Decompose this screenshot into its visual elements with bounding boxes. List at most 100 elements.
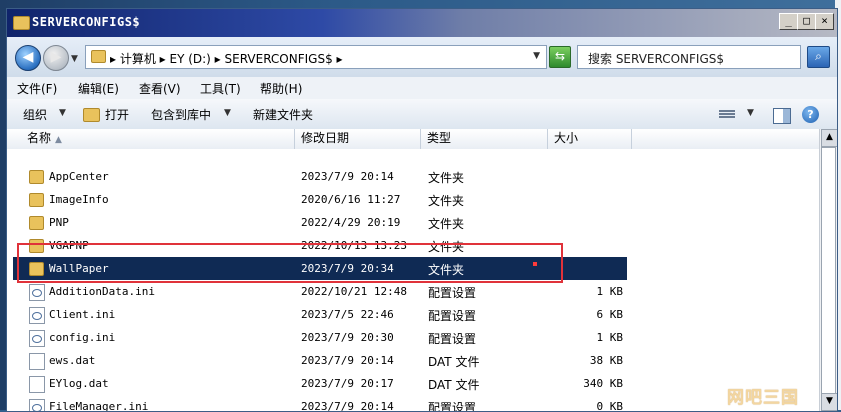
watermark-logo: 网吧三国 (727, 388, 799, 408)
file-date: 2023/7/9 20:14 (301, 400, 394, 412)
file-date: 2022/4/29 20:19 (301, 216, 401, 229)
menu-help[interactable]: 帮助(H) (260, 80, 302, 97)
file-type: 文件夹 (428, 194, 465, 208)
ini-file-icon (29, 284, 45, 301)
file-type: DAT 文件 (428, 378, 480, 392)
open-button[interactable]: 打开 (105, 106, 129, 123)
column-date[interactable]: 修改日期 (295, 129, 421, 149)
column-name-label: 名称 (27, 131, 52, 145)
scroll-down-icon[interactable]: ▼ (821, 393, 837, 411)
address-bar-area: ◀ ▶ ▼ ▸ 计算机 ▸ EY (D:) ▸ SERVERCONFIGS$ ▸… (7, 37, 837, 78)
file-name: ImageInfo (49, 193, 109, 206)
file-size: 0 KB (596, 400, 624, 412)
folder-icon (29, 170, 44, 184)
chevron-down-icon[interactable]: ▼ (59, 108, 66, 118)
command-bar: 组织 ▼ 打开 包含到库中 ▼ 新建文件夹 ▼ ? (7, 99, 837, 130)
scroll-up-icon[interactable]: ▲ (821, 129, 837, 147)
menu-view[interactable]: 查看(V) (139, 80, 181, 97)
vertical-scrollbar[interactable]: ▲ ▼ (819, 129, 837, 411)
refresh-button[interactable]: ⇆ (549, 46, 571, 68)
open-icon (83, 108, 100, 122)
file-name: AdditionData.ini (49, 285, 155, 298)
column-size[interactable]: 大小 (548, 129, 632, 149)
file-name: FileManager.ini (49, 400, 149, 412)
preview-pane-icon[interactable] (773, 108, 791, 124)
column-type-label: 类型 (427, 131, 452, 145)
file-date: 2023/7/9 20:14 (301, 170, 394, 183)
file-row[interactable]: ImageInfo 2020/6/16 11:27 文件夹 (13, 188, 627, 211)
file-size: 1 KB (596, 331, 624, 344)
ini-file-icon (29, 330, 45, 347)
folder-icon (29, 216, 44, 230)
dat-file-icon (29, 376, 45, 393)
file-type: 配置设置 (428, 309, 477, 323)
dat-file-icon (29, 353, 45, 370)
close-button[interactable]: × (815, 13, 834, 30)
menu-bar: 文件(F) 编辑(E) 查看(V) 工具(T) 帮助(H) (7, 77, 837, 99)
file-row[interactable]: PNP 2022/4/29 20:19 文件夹 (13, 211, 627, 234)
file-date: 2023/7/9 20:30 (301, 331, 394, 344)
file-row[interactable]: Client.ini 2023/7/5 22:46 配置设置 6 KB (13, 303, 627, 326)
minimize-button[interactable]: _ (779, 13, 798, 30)
title-bar[interactable]: SERVERCONFIGS$ _ □ × (7, 9, 837, 37)
file-name: config.ini (49, 331, 116, 344)
file-date: 2023/7/9 20:17 (301, 377, 394, 390)
scroll-thumb[interactable] (821, 147, 836, 395)
file-type: DAT 文件 (428, 355, 480, 369)
explorer-window: SERVERCONFIGS$ _ □ × ◀ ▶ ▼ ▸ 计算机 ▸ EY (D… (6, 8, 838, 412)
include-in-library-button[interactable]: 包含到库中 (151, 106, 211, 123)
menu-file[interactable]: 文件(F) (17, 80, 57, 97)
forward-button[interactable]: ▶ (43, 45, 69, 71)
file-date: 2023/7/5 22:46 (301, 308, 394, 321)
column-date-label: 修改日期 (301, 131, 350, 145)
folder-icon (29, 193, 44, 207)
view-options-icon[interactable] (719, 110, 735, 121)
breadcrumb[interactable]: ▸ 计算机 ▸ EY (D:) ▸ SERVERCONFIGS$ ▸ (110, 50, 343, 67)
column-type[interactable]: 类型 (421, 129, 548, 149)
history-dropdown-icon[interactable]: ▼ (71, 54, 78, 64)
file-row[interactable]: FileManager.ini 2023/7/9 20:14 配置设置 0 KB (13, 395, 627, 412)
file-size: 38 KB (589, 354, 623, 367)
file-name: Client.ini (49, 308, 116, 321)
organize-button[interactable]: 组织 (23, 106, 47, 123)
file-size: 1 KB (596, 285, 624, 298)
menu-tools[interactable]: 工具(T) (200, 80, 241, 97)
file-name: ews.dat (49, 354, 96, 367)
back-button[interactable]: ◀ (15, 45, 41, 71)
search-input[interactable]: 搜索 SERVERCONFIGS$ (577, 45, 801, 69)
ini-file-icon (29, 307, 45, 324)
file-row[interactable]: config.ini 2023/7/9 20:30 配置设置 1 KB (13, 326, 627, 349)
folder-icon (13, 16, 30, 30)
file-type: 配置设置 (428, 332, 477, 346)
file-type: 配置设置 (428, 286, 477, 300)
file-date: 2023/7/9 20:14 (301, 354, 394, 367)
column-name[interactable]: 名称 ▲ (7, 129, 295, 149)
address-field[interactable]: ▸ 计算机 ▸ EY (D:) ▸ SERVERCONFIGS$ ▸ ▼ (85, 45, 547, 69)
file-size: 340 KB (583, 377, 623, 390)
chevron-down-icon[interactable]: ▼ (747, 108, 754, 118)
file-size: 6 KB (596, 308, 624, 321)
file-row[interactable]: AdditionData.ini 2022/10/21 12:48 配置设置 1 KB (13, 280, 627, 303)
file-date: 2022/10/21 12:48 (301, 285, 407, 298)
column-size-label: 大小 (554, 131, 579, 145)
file-row[interactable]: ews.dat 2023/7/9 20:14 DAT 文件 38 KB (13, 349, 627, 372)
file-type: 配置设置 (428, 401, 477, 412)
file-type: 文件夹 (428, 171, 465, 185)
list-header: 名称 ▲ 修改日期 类型 大小 (7, 129, 819, 150)
file-name: AppCenter (49, 170, 109, 183)
help-icon[interactable]: ? (802, 106, 819, 123)
selection-highlight-box (17, 243, 563, 283)
file-date: 2020/6/16 11:27 (301, 193, 401, 206)
sort-ascending-icon: ▲ (55, 135, 62, 145)
file-type: 文件夹 (428, 217, 465, 231)
maximize-button[interactable]: □ (797, 13, 816, 30)
file-row[interactable]: EYlog.dat 2023/7/9 20:17 DAT 文件 340 KB (13, 372, 627, 395)
ini-file-icon (29, 399, 45, 411)
file-name: PNP (49, 216, 69, 229)
new-folder-button[interactable]: 新建文件夹 (253, 106, 313, 123)
file-row[interactable]: AppCenter 2023/7/9 20:14 文件夹 (13, 165, 627, 188)
chevron-down-icon[interactable]: ▼ (224, 108, 231, 118)
menu-edit[interactable]: 编辑(E) (78, 80, 119, 97)
chevron-down-icon[interactable]: ▼ (533, 51, 540, 61)
search-icon[interactable]: ⌕ (807, 46, 830, 68)
